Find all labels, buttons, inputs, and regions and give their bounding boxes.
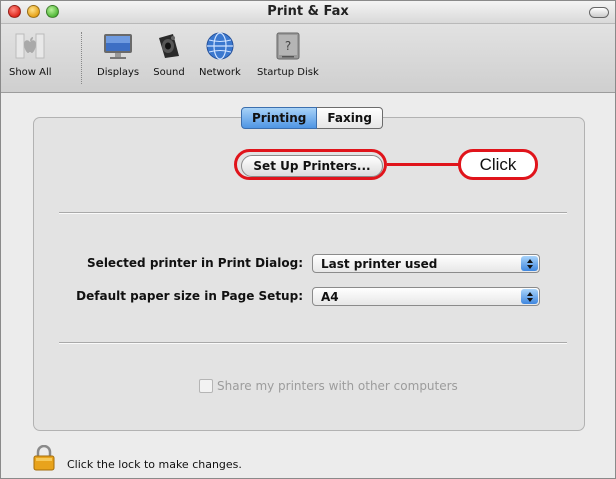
svg-text:?: ?	[285, 39, 291, 53]
share-printers-label: Share my printers with other computers	[217, 379, 458, 393]
hard-disk-icon: ?	[272, 30, 304, 62]
title-bar[interactable]: Print & Fax	[1, 1, 615, 24]
toolbar-item-network[interactable]: Network	[199, 30, 241, 78]
share-printers-checkbox[interactable]	[199, 379, 213, 393]
toolbar-item-label: Displays	[97, 67, 140, 78]
popup-arrows-icon	[521, 256, 538, 271]
highlight-circle	[234, 149, 387, 180]
toolbar-item-label: Network	[199, 67, 241, 78]
paper-size-label: Default paper size in Page Setup:	[76, 289, 303, 303]
tab-printing[interactable]: Printing	[241, 107, 318, 129]
popup-arrows-icon	[521, 289, 538, 304]
callout-leader-line	[387, 163, 459, 166]
toolbar: Show All Displays Sound Network ? Startu…	[1, 24, 615, 93]
print-fax-window: Print & Fax Show All Displays Sound Netw…	[0, 0, 616, 479]
toolbar-item-label: Show All	[9, 67, 52, 78]
selected-printer-value: Last printer used	[321, 257, 438, 271]
lock-icon[interactable]	[33, 444, 55, 475]
separator	[59, 342, 567, 344]
toolbar-separator	[81, 32, 82, 84]
toolbar-item-startup-disk[interactable]: ? Startup Disk	[257, 30, 319, 78]
paper-size-popup[interactable]: A4	[312, 287, 540, 306]
click-callout: Click	[458, 149, 538, 180]
network-globe-icon	[204, 30, 236, 62]
toolbar-item-show-all[interactable]: Show All	[9, 30, 52, 78]
window-title: Print & Fax	[267, 4, 349, 19]
toolbar-item-label: Sound	[153, 67, 185, 78]
speaker-icon	[153, 30, 185, 62]
lock-message: Click the lock to make changes.	[67, 457, 242, 471]
paper-size-value: A4	[321, 290, 339, 304]
display-monitor-icon	[102, 30, 134, 62]
lock-row: Click the lock to make changes.	[33, 444, 242, 475]
toolbar-toggle-button[interactable]	[589, 7, 609, 18]
separator	[59, 212, 567, 214]
toolbar-item-label: Startup Disk	[257, 67, 319, 78]
toolbar-item-sound[interactable]: Sound	[153, 30, 185, 78]
share-printers-row: Share my printers with other computers	[199, 379, 458, 393]
preference-pane-content: Printing Faxing Set Up Printers... Click…	[1, 93, 615, 478]
tab-bar: Printing Faxing	[241, 107, 383, 129]
toolbar-item-displays[interactable]: Displays	[97, 30, 139, 78]
selected-printer-label: Selected printer in Print Dialog:	[87, 256, 303, 270]
apple-logo-icon	[14, 30, 46, 62]
tab-faxing[interactable]: Faxing	[317, 107, 383, 129]
selected-printer-popup[interactable]: Last printer used	[312, 254, 540, 273]
